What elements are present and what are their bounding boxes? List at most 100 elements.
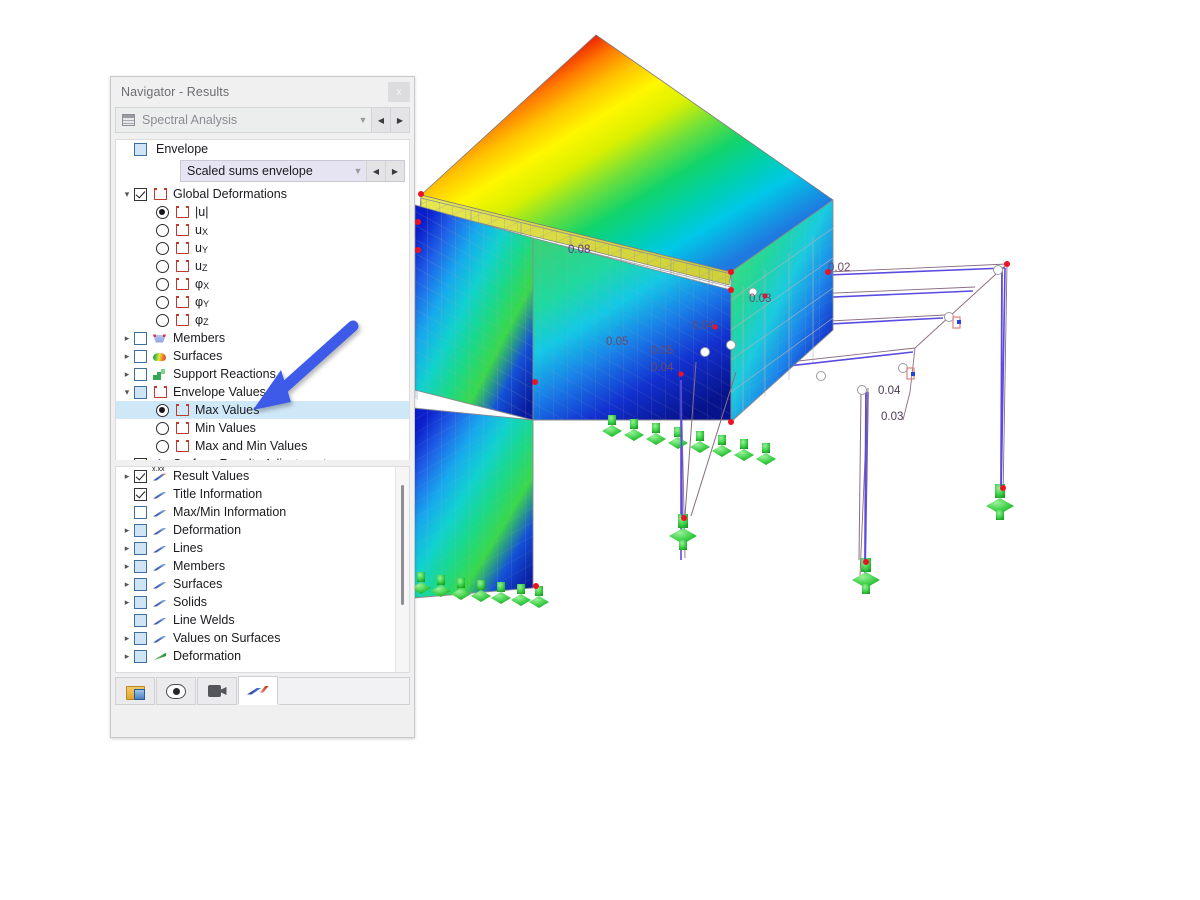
tree-item[interactable]: ▸Max/Min Information [116,503,409,521]
results-tree-bottom[interactable]: ▸x.xxResult Values▸Title Information▸Max… [115,466,410,673]
structural-model-render [413,34,1014,608]
tree-item[interactable]: ▸uZ [116,257,409,275]
checkbox[interactable] [134,457,147,460]
checkbox[interactable] [134,367,147,381]
tree-item[interactable]: ▸ x.xx Result Values [116,467,409,485]
tree-item[interactable]: ▸ Surfaces [116,575,409,593]
next-envelope-button[interactable]: ▶ [385,161,404,181]
results-tree-top[interactable]: Envelope Scaled sums envelope ▼ ◀ ▶ ▾ Global D… [115,139,410,460]
tree-item[interactable]: ▸Line Welds [116,611,409,629]
expander-icon[interactable]: ▾ [120,189,134,200]
project-navigator-tab[interactable] [115,677,155,705]
checkbox[interactable] [134,523,147,537]
radio-button[interactable] [156,223,169,237]
expander-icon[interactable]: ▸ [120,459,134,461]
radio-button[interactable] [156,421,169,435]
expander-icon[interactable]: ▸ [120,579,134,590]
navigator-results-window[interactable]: Navigator - Results x Spectral Analysis … [110,76,415,738]
expander-icon[interactable]: ▸ [120,651,134,662]
result-label: 0.04 [878,385,901,397]
checkbox[interactable] [134,469,147,483]
results-navigator-tab[interactable] [238,676,278,705]
checkbox[interactable] [134,349,147,363]
scrollbar-thumb[interactable] [401,485,404,605]
checkbox[interactable] [134,631,147,645]
checkbox[interactable] [134,649,147,663]
views-navigator-tab[interactable] [156,677,196,705]
next-case-button[interactable]: ▶ [390,108,409,132]
radio-button[interactable] [156,439,169,453]
model-viewport[interactable]: 0.08 0.05 0.05 0.02 0.03 0.04 0.04 0.04 … [413,0,1200,900]
expander-icon[interactable]: ▸ [120,561,134,572]
radio-button[interactable] [156,277,169,291]
expander-icon[interactable]: ▸ [120,633,134,644]
envelope-combo[interactable]: Scaled sums envelope ▼ ◀ ▶ [180,160,405,182]
radio-button[interactable] [156,313,169,327]
tree-item[interactable]: ▸Min Values [116,419,409,437]
tree-item[interactable]: ▸ Values on Surfaces [116,629,409,647]
tree-item-envelope[interactable]: Envelope [116,140,409,158]
tree-item[interactable]: ▸ Solids [116,593,409,611]
tree-item[interactable]: ▸Title Information [116,485,409,503]
tree-item[interactable]: ▸Max and Min Values [116,437,409,455]
close-icon[interactable]: x [388,82,410,102]
tree-item[interactable]: ▸uX [116,221,409,239]
checkbox[interactable] [134,385,147,399]
checkbox[interactable] [134,541,147,555]
rendering-navigator-tab[interactable] [197,677,237,705]
eye-arrow-icon [152,578,167,591]
expander-icon[interactable]: ▸ [120,369,134,380]
tree-item[interactable]: ▸|u| [116,203,409,221]
checkbox[interactable] [134,331,147,345]
radio-button[interactable] [156,259,169,273]
tree-item-label: Min Values [195,421,256,435]
result-label: 0.04 [651,362,674,374]
eye-arrow-icon [152,560,167,573]
radio-button[interactable] [156,295,169,309]
checkbox[interactable] [134,187,147,201]
tree-item[interactable]: ▸ Members [116,557,409,575]
tree-item[interactable]: ▾ Envelope Values [116,383,409,401]
tree-item[interactable]: ▸ Deformation [116,521,409,539]
expander-icon[interactable]: ▸ [120,351,134,362]
expander-icon[interactable]: ▾ [120,387,134,398]
previous-case-button[interactable]: ◀ [371,108,390,132]
tree-item[interactable]: ▸φY [116,293,409,311]
expander-icon[interactable]: ▸ [120,471,134,482]
tree-item[interactable]: ▸φZ [116,311,409,329]
navigator-tabs[interactable] [115,676,410,705]
tree-item[interactable]: ▾ Global Deformations [116,185,409,203]
tree-item[interactable]: ▸ Deformation [116,647,409,665]
tree-item[interactable]: ▸ Surfaces [116,347,409,365]
radio-button[interactable] [156,241,169,255]
checkbox[interactable] [134,559,147,573]
tree-item[interactable]: ▸Max Values [116,401,409,419]
checkbox[interactable] [134,142,147,156]
tree-item[interactable]: ▸ Surface Results Adjustments [116,455,409,460]
tree-item[interactable]: ▸ Support Reactions [116,365,409,383]
expander-icon[interactable]: ▸ [120,525,134,536]
tree-item[interactable]: ▸ Lines [116,539,409,557]
checkbox[interactable] [134,595,147,609]
checkbox[interactable] [134,487,147,501]
previous-envelope-button[interactable]: ◀ [366,161,385,181]
tree-item[interactable]: ▸uY [116,239,409,257]
expander-icon[interactable]: ▸ [120,597,134,608]
analysis-case-selector[interactable]: Spectral Analysis ▼ ◀ ▶ [115,107,410,133]
chevron-down-icon[interactable]: ▼ [350,161,366,181]
tree-item[interactable]: ▸ Members [116,329,409,347]
deformation-icon [152,650,167,663]
analysis-case-combo[interactable]: Spectral Analysis [116,108,355,132]
expander-icon[interactable]: ▸ [120,543,134,554]
checkbox[interactable] [134,577,147,591]
navigator-titlebar: Navigator - Results x [111,77,414,107]
checkbox[interactable] [134,613,147,627]
expander-icon[interactable]: ▸ [120,333,134,344]
tree-scrollbar[interactable] [395,467,409,672]
checkbox[interactable] [134,505,147,519]
subscript: Y [201,245,208,255]
chevron-down-icon[interactable]: ▼ [355,108,371,132]
radio-button[interactable] [156,205,169,219]
tree-item[interactable]: ▸φX [116,275,409,293]
radio-button[interactable] [156,403,169,417]
